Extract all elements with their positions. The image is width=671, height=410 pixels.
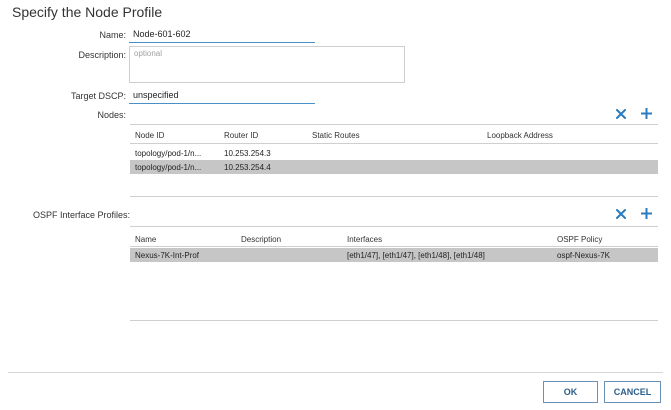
col-router-id[interactable]: Router ID — [224, 128, 258, 142]
nodes-table-top-border — [130, 124, 658, 125]
col-ospf-policy[interactable]: OSPF Policy — [557, 232, 602, 246]
description-textarea[interactable]: optional — [129, 46, 405, 83]
nodes-table-header: Node ID Router ID Static Routes Loopback… — [130, 128, 658, 142]
ospf-table-bottom-border — [130, 320, 658, 321]
dscp-select[interactable] — [129, 88, 315, 104]
node-id-cell: topology/pod-1/n... — [135, 148, 202, 158]
cancel-button[interactable]: CANCEL — [604, 381, 661, 403]
nodes-header-divider — [130, 143, 658, 144]
col-interfaces[interactable]: Interfaces — [347, 232, 382, 246]
col-static-routes[interactable]: Static Routes — [312, 128, 360, 142]
x-icon[interactable] — [614, 207, 628, 221]
name-input[interactable] — [129, 27, 315, 43]
ok-button[interactable]: OK — [543, 381, 598, 403]
ospf-table-top-border — [130, 226, 658, 227]
ospf-label: OSPF Interface Profiles: — [32, 210, 130, 220]
dscp-label: Target DSCP: — [70, 91, 126, 101]
col-node-id[interactable]: Node ID — [135, 128, 164, 142]
plus-icon[interactable] — [639, 106, 653, 120]
node-id-cell: topology/pod-1/n... — [135, 162, 202, 172]
ospf-header-divider — [130, 246, 658, 247]
nodes-table-bottom-border — [130, 196, 658, 197]
description-label: Description: — [78, 50, 126, 60]
col-name[interactable]: Name — [135, 232, 156, 246]
name-cell: Nexus-7K-Int-Prof — [135, 250, 200, 260]
footer-divider — [8, 372, 663, 373]
col-description[interactable]: Description — [241, 232, 281, 246]
router-id-cell: 10.253.254.3 — [224, 148, 271, 158]
dialog-title: Specify the Node Profile — [12, 4, 163, 20]
ospf-table-header: Name Description Interfaces OSPF Policy — [130, 232, 658, 246]
table-row-selected[interactable]: Nexus-7K-Int-Prof [eth1/47], [eth1/47], … — [130, 248, 658, 262]
nodes-label: Nodes: — [97, 110, 126, 120]
col-loopback-address[interactable]: Loopback Address — [487, 128, 553, 142]
name-label: Name: — [99, 30, 126, 40]
router-id-cell: 10.253.254.4 — [224, 162, 271, 172]
table-row-selected[interactable]: topology/pod-1/n... 10.253.254.4 — [130, 160, 658, 174]
x-icon[interactable] — [614, 107, 628, 121]
interfaces-cell: [eth1/47], [eth1/47], [eth1/48], [eth1/4… — [347, 250, 485, 260]
plus-icon[interactable] — [639, 206, 653, 220]
ospf-policy-cell: ospf-Nexus-7K — [557, 250, 610, 260]
table-row[interactable]: topology/pod-1/n... 10.253.254.3 — [130, 146, 658, 160]
